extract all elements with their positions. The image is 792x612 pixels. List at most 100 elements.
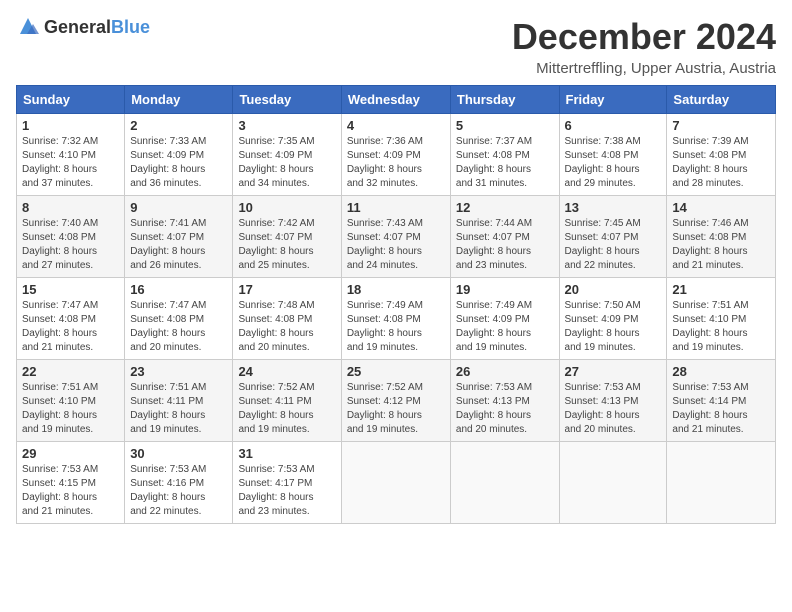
title-area: December 2024 Mittertreffling, Upper Aus… [512,16,776,77]
day-info: Sunrise: 7:41 AM Sunset: 4:07 PM Dayligh… [130,217,227,273]
calendar-cell: 4Sunrise: 7:36 AM Sunset: 4:09 PM Daylig… [341,114,450,196]
calendar-cell: 17 Sunrise: 7:48 AM Sunset: 4:08 PM Dayli… [233,278,341,360]
calendar-cell: 28 Sunrise: 7:53 AM Sunset: 4:14 PM Dayli… [667,360,776,442]
week-row-3: 15 Sunrise: 7:47 AM Sunset: 4:08 PM Dayli… [17,278,776,360]
day-info: Sunrise: 7:45 AM Sunset: 4:07 PM Dayligh… [565,217,662,273]
day-info: Sunrise: 7:47 AM Sunset: 4:08 PM Dayligh… [130,299,227,355]
day-number: 19 [456,282,554,297]
day-number: 27 [565,364,662,379]
month-title: December 2024 [512,16,776,58]
day-number: 11 [347,200,445,215]
calendar-cell: 12 Sunrise: 7:44 AM Sunset: 4:07 PM Dayli… [450,196,559,278]
calendar-cell: 20Sunrise: 7:50 AM Sunset: 4:09 PM Dayli… [559,278,667,360]
page-header: GeneralBlue December 2024 Mittertrefflin… [16,16,776,77]
day-number: 12 [456,200,554,215]
day-info: Sunrise: 7:39 AM Sunset: 4:08 PM Dayligh… [672,135,770,191]
calendar-cell: 15Sunrise: 7:47 AM Sunset: 4:08 PM Dayli… [17,278,125,360]
calendar-cell: 25 Sunrise: 7:52 AM Sunset: 4:12 PM Dayli… [341,360,450,442]
day-number: 28 [672,364,770,379]
calendar-cell [667,442,776,524]
weekday-header-row: SundayMondayTuesdayWednesdayThursdayFrid… [17,86,776,114]
calendar-cell: 18Sunrise: 7:49 AM Sunset: 4:08 PM Dayli… [341,278,450,360]
day-info: Sunrise: 7:46 AM Sunset: 4:08 PM Dayligh… [672,217,770,273]
day-number: 14 [672,200,770,215]
calendar-cell: 30Sunrise: 7:53 AM Sunset: 4:16 PM Dayli… [125,442,233,524]
calendar-cell: 19 Sunrise: 7:49 AM Sunset: 4:09 PM Dayli… [450,278,559,360]
calendar-cell: 2Sunrise: 7:33 AM Sunset: 4:09 PM Daylig… [125,114,233,196]
day-number: 2 [130,118,227,133]
day-info: Sunrise: 7:35 AM Sunset: 4:09 PM Dayligh… [238,135,335,191]
day-number: 31 [238,446,335,461]
calendar-cell: 22 Sunrise: 7:51 AM Sunset: 4:10 PM Dayli… [17,360,125,442]
calendar-cell [450,442,559,524]
day-number: 23 [130,364,227,379]
day-number: 30 [130,446,227,461]
weekday-header-sunday: Sunday [17,86,125,114]
calendar-cell: 11 Sunrise: 7:43 AM Sunset: 4:07 PM Dayli… [341,196,450,278]
calendar-cell: 10 Sunrise: 7:42 AM Sunset: 4:07 PM Dayli… [233,196,341,278]
day-info: Sunrise: 7:53 AM Sunset: 4:13 PM Dayligh… [565,381,662,437]
day-info: Sunrise: 7:53 AM Sunset: 4:13 PM Dayligh… [456,381,554,437]
day-number: 22 [22,364,119,379]
day-number: 25 [347,364,445,379]
day-number: 20 [565,282,662,297]
day-number: 13 [565,200,662,215]
weekday-header-friday: Friday [559,86,667,114]
calendar-cell: 29 Sunrise: 7:53 AM Sunset: 4:15 PM Dayli… [17,442,125,524]
day-info: Sunrise: 7:43 AM Sunset: 4:07 PM Dayligh… [347,217,445,273]
day-info: Sunrise: 7:51 AM Sunset: 4:10 PM Dayligh… [22,381,119,437]
day-info: Sunrise: 7:32 AM Sunset: 4:10 PM Dayligh… [22,135,119,191]
day-number: 16 [130,282,227,297]
calendar-cell: 8Sunrise: 7:40 AM Sunset: 4:08 PM Daylig… [17,196,125,278]
calendar-cell: 24Sunrise: 7:52 AM Sunset: 4:11 PM Dayli… [233,360,341,442]
day-info: Sunrise: 7:44 AM Sunset: 4:07 PM Dayligh… [456,217,554,273]
location-subtitle: Mittertreffling, Upper Austria, Austria [512,60,776,77]
logo-text-general: General [44,17,111,37]
day-number: 21 [672,282,770,297]
calendar-cell [559,442,667,524]
calendar-cell: 7 Sunrise: 7:39 AM Sunset: 4:08 PM Daylig… [667,114,776,196]
day-number: 18 [347,282,445,297]
calendar-cell: 13 Sunrise: 7:45 AM Sunset: 4:07 PM Dayli… [559,196,667,278]
day-number: 29 [22,446,119,461]
day-info: Sunrise: 7:48 AM Sunset: 4:08 PM Dayligh… [238,299,335,355]
calendar-cell: 27 Sunrise: 7:53 AM Sunset: 4:13 PM Dayli… [559,360,667,442]
day-number: 8 [22,200,119,215]
day-info: Sunrise: 7:52 AM Sunset: 4:12 PM Dayligh… [347,381,445,437]
day-info: Sunrise: 7:53 AM Sunset: 4:15 PM Dayligh… [22,463,119,519]
day-number: 3 [238,118,335,133]
calendar-cell: 9 Sunrise: 7:41 AM Sunset: 4:07 PM Daylig… [125,196,233,278]
calendar-table: SundayMondayTuesdayWednesdayThursdayFrid… [16,85,776,524]
day-info: Sunrise: 7:53 AM Sunset: 4:14 PM Dayligh… [672,381,770,437]
day-number: 9 [130,200,227,215]
week-row-2: 8Sunrise: 7:40 AM Sunset: 4:08 PM Daylig… [17,196,776,278]
day-info: Sunrise: 7:51 AM Sunset: 4:10 PM Dayligh… [672,299,770,355]
day-number: 10 [238,200,335,215]
logo: GeneralBlue [16,16,150,40]
day-number: 6 [565,118,662,133]
day-number: 26 [456,364,554,379]
week-row-1: 1Sunrise: 7:32 AM Sunset: 4:10 PM Daylig… [17,114,776,196]
calendar-cell [341,442,450,524]
day-info: Sunrise: 7:49 AM Sunset: 4:09 PM Dayligh… [456,299,554,355]
day-info: Sunrise: 7:37 AM Sunset: 4:08 PM Dayligh… [456,135,554,191]
calendar-cell: 21 Sunrise: 7:51 AM Sunset: 4:10 PM Dayli… [667,278,776,360]
day-info: Sunrise: 7:51 AM Sunset: 4:11 PM Dayligh… [130,381,227,437]
weekday-header-saturday: Saturday [667,86,776,114]
calendar-cell: 3 Sunrise: 7:35 AM Sunset: 4:09 PM Daylig… [233,114,341,196]
day-number: 4 [347,118,445,133]
calendar-cell: 31 Sunrise: 7:53 AM Sunset: 4:17 PM Dayli… [233,442,341,524]
day-info: Sunrise: 7:42 AM Sunset: 4:07 PM Dayligh… [238,217,335,273]
week-row-5: 29 Sunrise: 7:53 AM Sunset: 4:15 PM Dayli… [17,442,776,524]
calendar-cell: 1Sunrise: 7:32 AM Sunset: 4:10 PM Daylig… [17,114,125,196]
logo-text-blue: Blue [111,17,150,37]
weekday-header-thursday: Thursday [450,86,559,114]
day-info: Sunrise: 7:53 AM Sunset: 4:17 PM Dayligh… [238,463,335,519]
day-number: 17 [238,282,335,297]
day-number: 15 [22,282,119,297]
day-number: 7 [672,118,770,133]
calendar-cell: 6 Sunrise: 7:38 AM Sunset: 4:08 PM Daylig… [559,114,667,196]
day-number: 5 [456,118,554,133]
day-info: Sunrise: 7:38 AM Sunset: 4:08 PM Dayligh… [565,135,662,191]
calendar-cell: 16 Sunrise: 7:47 AM Sunset: 4:08 PM Dayli… [125,278,233,360]
